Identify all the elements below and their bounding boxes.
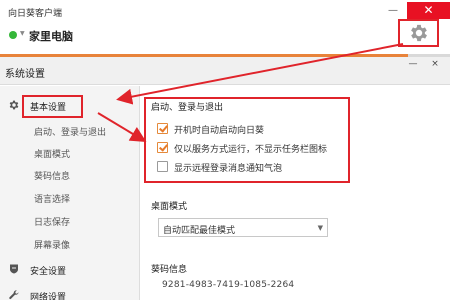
device-name[interactable]: 家里电脑 — [29, 28, 73, 44]
sidebar-item-label: 桌面模式 — [34, 150, 71, 160]
sidebar-item-desktop-mode[interactable]: 桌面模式 — [0, 142, 140, 164]
gear-icon — [9, 100, 19, 110]
client-minimize-button[interactable]: — — [382, 5, 404, 19]
section-title-code-info: 葵码信息 — [151, 265, 188, 275]
sidebar-item-label: 语言选择 — [34, 195, 71, 205]
sidebar-item-log-save[interactable]: 日志保存 — [0, 210, 140, 232]
sidebar-item-label: 网络设置 — [30, 293, 67, 300]
desktop-mode-selected-value: 自动匹配最佳模式 — [163, 226, 236, 236]
sidebar-item-screen-record[interactable]: 屏幕录像 — [0, 233, 140, 255]
sidebar-item-security[interactable]: 安全设置 — [0, 258, 140, 280]
wrench-icon — [9, 290, 19, 300]
sidebar-item-network[interactable]: 网络设置 — [0, 284, 140, 300]
settings-minimize-button[interactable]: — — [406, 59, 420, 69]
settings-window: 系统设置 — × 基本设置 启动、登录与退出 桌面模式 葵码信息 语言选择 日志… — [0, 57, 450, 300]
sidebar-item-label: 日志保存 — [34, 218, 71, 228]
section-title-desktop-mode: 桌面模式 — [151, 202, 188, 212]
settings-titlebar: 系统设置 — × — [0, 57, 450, 85]
annotation-box-startup — [144, 97, 350, 183]
annotation-box-sidebar — [22, 95, 83, 118]
online-status-indicator — [9, 31, 17, 39]
client-title: 向日葵客户端 — [8, 9, 63, 19]
settings-title: 系统设置 — [5, 69, 45, 80]
sidebar-item-startup[interactable]: 启动、登录与退出 — [0, 120, 140, 142]
device-dropdown-caret-icon[interactable]: ▼ — [20, 30, 25, 37]
sidebar-item-label: 启动、登录与退出 — [34, 128, 107, 138]
shield-icon — [10, 264, 18, 274]
sidebar-item-label: 屏幕录像 — [34, 241, 71, 251]
sidebar-item-label: 葵码信息 — [34, 172, 71, 182]
chevron-down-icon: ▼ — [317, 224, 323, 232]
settings-close-button[interactable]: × — [428, 59, 442, 69]
settings-button[interactable] — [398, 19, 439, 47]
sidebar-item-label: 安全设置 — [30, 267, 67, 277]
sidebar-item-code-info[interactable]: 葵码信息 — [0, 164, 140, 186]
gear-icon — [410, 24, 427, 42]
client-window: 向日葵客户端 — ✕ ▼ 家里电脑 — [0, 0, 450, 57]
settings-sidebar: 基本设置 启动、登录与退出 桌面模式 葵码信息 语言选择 日志保存 屏幕录像 安… — [0, 86, 140, 300]
client-close-button[interactable]: ✕ — [407, 2, 450, 19]
sidebar-item-language[interactable]: 语言选择 — [0, 187, 140, 209]
desktop-mode-select[interactable]: 自动匹配最佳模式 ▼ — [158, 218, 328, 237]
sunlogin-code-value: 9281-4983-7419-1085-2264 — [162, 280, 295, 290]
